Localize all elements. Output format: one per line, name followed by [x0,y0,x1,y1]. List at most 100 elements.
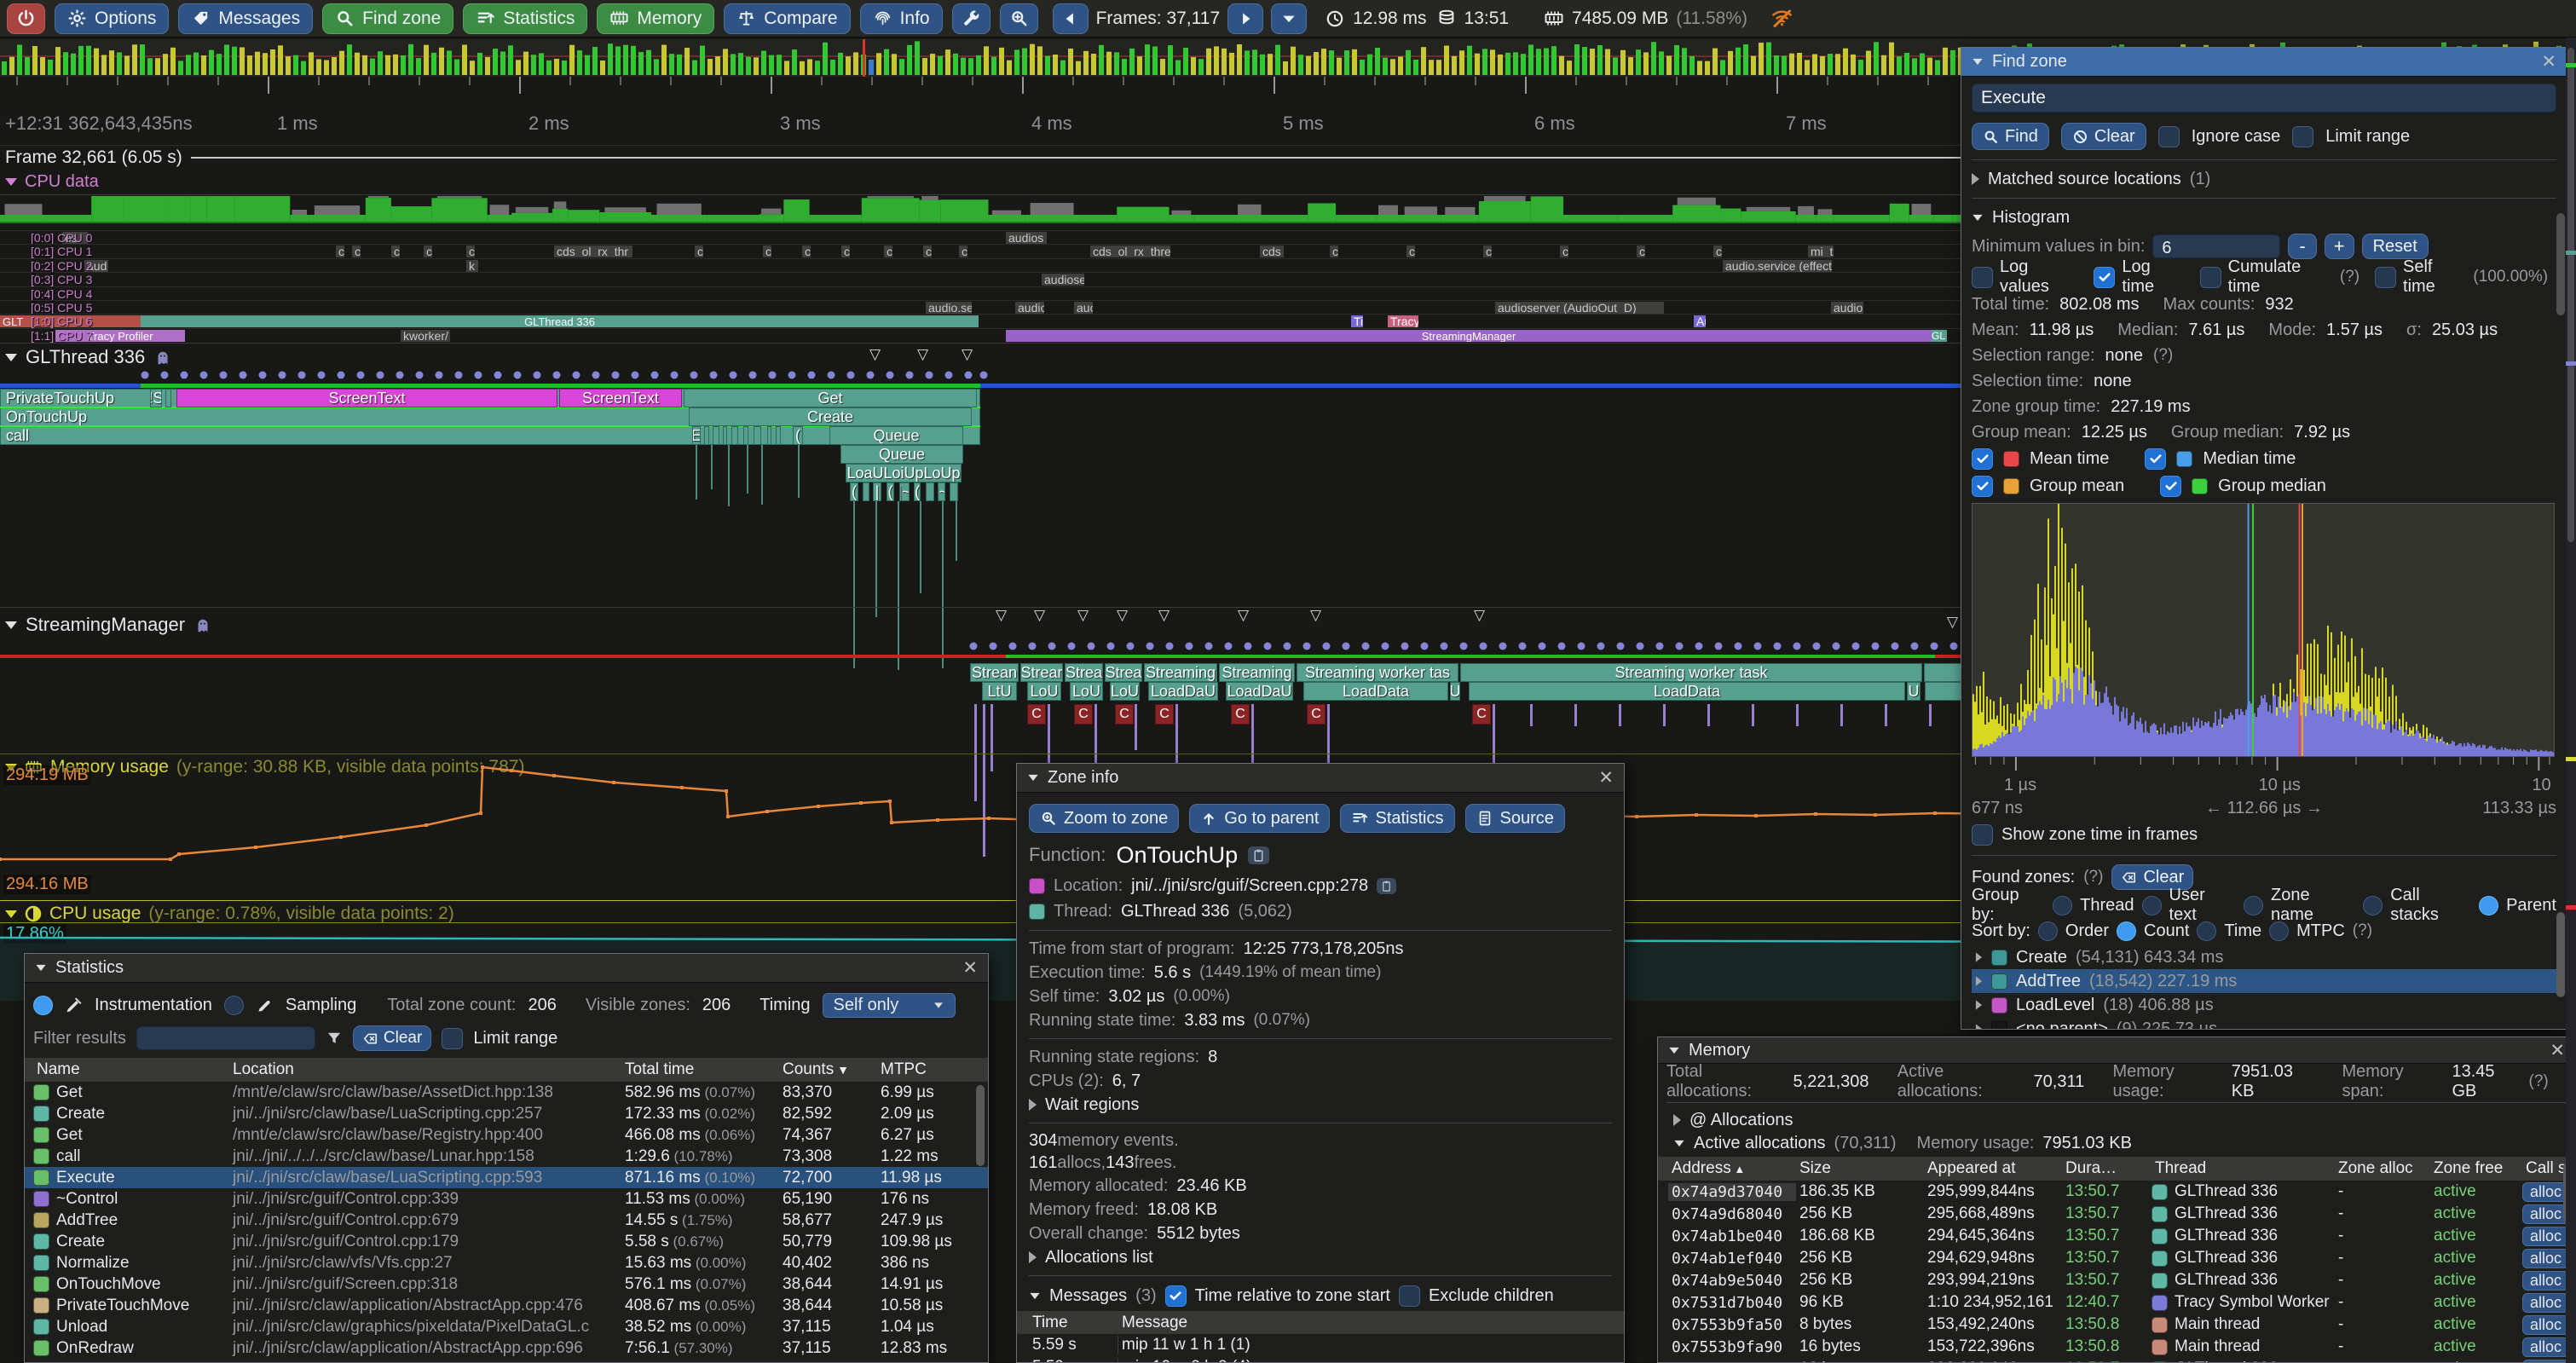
matched-sources-row[interactable]: Matched source locations(1) [1972,166,2556,192]
right-scrollbar[interactable] [2566,38,2576,1363]
collapse-icon[interactable] [1972,59,1982,65]
alloc-button[interactable]: alloc [2522,1337,2569,1357]
table-row[interactable]: Unloadjni/../jni/src/claw/graphics/pixel… [25,1316,988,1337]
expand-icon[interactable] [1976,976,1982,985]
table-row[interactable]: PrivateTouchMovejni/../jni/src/claw/appl… [25,1295,988,1316]
zone-bar[interactable]: !S [150,389,162,407]
group-radio-parent[interactable] [2479,896,2498,915]
column-header-zone-free[interactable]: Zone free [2430,1159,2522,1178]
prev-frame-button[interactable] [1053,3,1089,34]
power-button[interactable] [7,3,45,34]
crash-zone-chip[interactable]: C [1115,704,1134,725]
legend-checkbox-group-mean[interactable] [1972,476,1993,497]
zone-bar[interactable]: ScreenText [176,389,557,407]
sort-radio-time[interactable] [2197,921,2216,941]
zone-bar[interactable]: |~ [899,482,910,501]
cpu-usage-header[interactable]: CPU usage(y-range: 0.78%, visible data p… [5,904,454,924]
decrease-button[interactable]: - [2288,234,2316,259]
thread-zone-bar[interactable]: GL [1932,330,1947,342]
zone-bar[interactable]: E [692,426,701,445]
filter-clear-button[interactable]: Clear [353,1025,431,1051]
zone-bar[interactable]: LoadDaU [1226,682,1293,701]
statistics-button[interactable]: Statistics [463,3,587,34]
message-marker-icon[interactable]: ▽ [1117,607,1128,624]
zone-bar[interactable] [767,426,771,445]
limit-range-checkbox[interactable] [2292,126,2313,147]
copy-button[interactable] [1248,846,1269,864]
info-button[interactable]: Info [860,3,943,34]
legend-checkbox-mean-time[interactable] [1972,448,1993,470]
option-checkbox-self-time[interactable] [2375,267,2396,288]
crash-zone-chip[interactable]: C [1074,704,1093,725]
expand-icon[interactable] [1029,1251,1037,1263]
allocation-row[interactable]: 0x74ab1ef040256 KB294,629,948ns13:50.7GL… [1658,1247,2575,1269]
alloc-button[interactable]: alloc [2522,1360,2569,1363]
copy-button[interactable] [1377,878,1396,894]
message-marker-icon[interactable]: ▽ [996,607,1007,624]
zone-bar[interactable]: Streaming worker tas [1297,663,1458,682]
message-marker-icon[interactable]: ▽ [1947,614,1958,631]
zone-info-zoom-to-zone-button[interactable]: Zoom to zone [1029,804,1179,833]
allocation-row[interactable]: 0x7531d7b04096 KB1:10 234,952,16112:40.7… [1658,1291,2575,1314]
expand-icon[interactable] [1976,1000,1982,1009]
next-frame-button[interactable] [1227,3,1263,34]
find-button[interactable]: Find [1972,123,2049,150]
thread-zone-bar[interactable]: GLThread 336 [141,315,979,327]
zone-bar[interactable]: ( [887,482,894,501]
zone-bar[interactable] [754,426,761,445]
table-row[interactable]: OnRedrawjni/../jni/src/claw/application/… [25,1337,988,1359]
zone-bar[interactable]: Streaming [1144,663,1217,682]
group-radio-thread[interactable] [2053,896,2072,915]
allocation-row[interactable]: 0x7553b9fbf016 bytes296,661,146ns13:50.7… [1658,1358,2575,1363]
found-zone-row[interactable]: <no parent>(9) 225.73 µs [1972,1017,2556,1030]
limit-range-checkbox[interactable] [442,1028,463,1049]
wait-regions-row[interactable]: Wait regions [1029,1093,1612,1117]
find-zone-button[interactable]: Find zone [322,3,453,34]
reset-button[interactable]: Reset [2362,234,2429,259]
scrollbar-thumb[interactable] [976,1085,985,1166]
message-marker-icon[interactable]: ▽ [1310,607,1321,624]
allocation-row[interactable]: 0x74a9d68040256 KB295,668,489ns13:50.7GL… [1658,1203,2575,1225]
filter-input[interactable] [136,1026,315,1050]
table-row[interactable]: ~Controljni/../jni/src/guif/Control.cpp:… [25,1188,988,1210]
option-checkbox-cumulate-time[interactable] [2200,267,2221,288]
statistics-table-header[interactable]: NameLocationTotal timeCounts ▼MTPC [25,1058,988,1082]
scrollbar-thumb[interactable] [2556,912,2565,997]
alloc-button[interactable]: alloc [2522,1271,2569,1291]
zone-bar[interactable]: LoadData [1469,682,1905,701]
zone-bar[interactable]: Strean [970,663,1019,682]
alloc-button[interactable]: alloc [2522,1315,2569,1335]
zone-bar[interactable]: LoU [1110,682,1140,701]
allocation-row[interactable]: 0x7553b9fa9016 bytes153,722,396ns13:50.8… [1658,1336,2575,1358]
options-button[interactable]: Options [55,3,169,34]
histogram-plot[interactable] [1972,503,2555,757]
ignore-case-checkbox[interactable] [2158,126,2180,147]
memory-title-bar[interactable]: Memory ✕ [1658,1037,2575,1064]
message-marker-icon[interactable]: ▽ [1474,607,1485,624]
zone-bar[interactable]: LoadData [1303,682,1448,701]
collapse-icon[interactable] [1028,775,1037,781]
sort-radio-count[interactable] [2117,921,2136,941]
legend-checkbox-group-median[interactable] [2160,476,2181,497]
scrollbar-thumb[interactable] [2567,48,2574,542]
time-relative-checkbox[interactable] [1165,1285,1187,1307]
find-zone-search-input[interactable]: Execute [1972,84,2556,113]
allocations-section-row[interactable]: @ Allocations [1666,1109,2567,1131]
exclude-children-checkbox[interactable] [1399,1285,1420,1307]
found-zone-row[interactable]: AddTree(18,542) 227.19 ms [1972,969,2556,993]
zone-bar[interactable]: Get [684,389,977,407]
zone-bar[interactable]: LoU [1070,682,1103,701]
message-marker-icon[interactable]: ▽ [1238,607,1249,624]
message-row[interactable]: 5.59 smip 10 w 2 h 2 (4) [1017,1356,1624,1363]
zone-bar[interactable]: LoU [1027,682,1061,701]
clear-button[interactable]: Clear [2061,123,2146,150]
found-zone-row[interactable]: LoadLevel(18) 406.88 µs [1972,993,2556,1017]
column-header-size[interactable]: Size [1796,1159,1924,1178]
option-checkbox-log-values[interactable] [1972,267,1993,288]
alloc-button[interactable]: alloc [2522,1182,2569,1202]
column-header-mtpc[interactable]: MTPC [877,1060,971,1079]
collapse-icon[interactable] [5,910,17,918]
table-row[interactable]: calljni/../jni/../../../src/claw/base/Lu… [25,1146,988,1167]
zoom-search-button[interactable] [1000,3,1038,34]
alloc-button[interactable]: alloc [2522,1249,2569,1268]
